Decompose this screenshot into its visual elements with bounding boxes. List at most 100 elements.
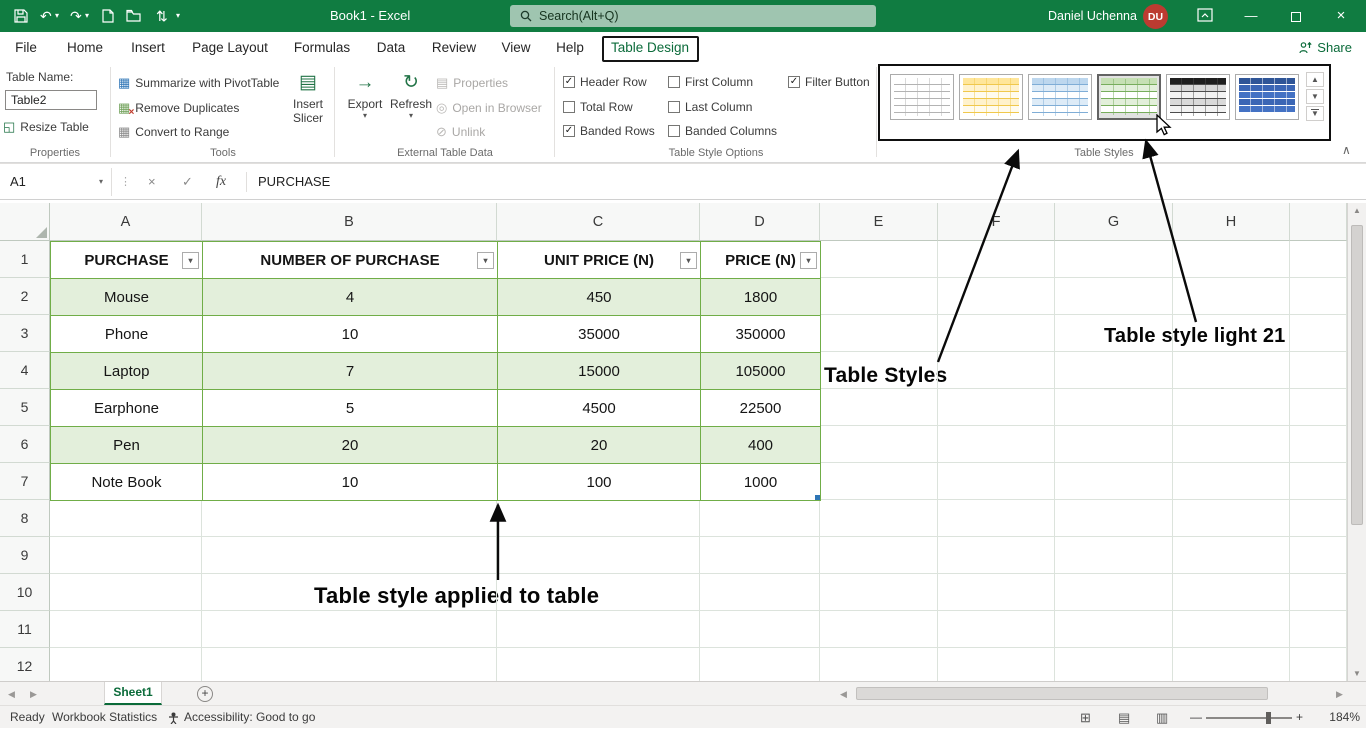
row-header-3[interactable]: 3 [0,315,50,352]
column-header-g[interactable]: G [1055,203,1173,241]
filter-button-number-of-purchase[interactable]: ▾ [477,252,494,269]
hscroll-left-icon[interactable]: ◀ [840,682,847,706]
column-header-h[interactable]: H [1173,203,1290,241]
sort-icon[interactable]: ⇅ [156,0,168,32]
table-cell[interactable]: 1800 [701,279,821,316]
name-box[interactable]: A1 ▾ [0,168,112,196]
table-cell[interactable]: 22500 [701,390,821,427]
table-cell[interactable]: 7 [203,353,498,390]
collapse-ribbon-button[interactable]: ∧ [1342,143,1351,157]
tab-review[interactable]: Review [430,32,478,63]
qat-customize-icon[interactable]: ▾ [176,0,180,32]
filter-button-purchase[interactable]: ▾ [182,252,199,269]
formula-content[interactable]: PURCHASE [258,168,330,196]
table-cell[interactable]: 35000 [498,316,701,353]
tab-insert[interactable]: Insert [129,32,167,63]
tab-page-layout[interactable]: Page Layout [190,32,270,63]
save-icon[interactable] [14,9,28,23]
row-header-5[interactable]: 5 [0,389,50,426]
table-cell[interactable]: 15000 [498,353,701,390]
select-all-corner[interactable] [0,203,50,241]
row-header-6[interactable]: 6 [0,426,50,463]
zoom-out-button[interactable]: — [1190,706,1202,729]
table-cell[interactable]: Earphone [51,390,203,427]
formula-bar-splitter[interactable]: ⋮ [120,168,131,196]
vscroll-up-icon[interactable]: ▲ [1348,206,1366,215]
open-folder-icon[interactable] [126,9,141,22]
table-resize-handle[interactable] [815,495,820,500]
sheet-tab-sheet1[interactable]: Sheet1 [104,682,162,705]
row-header-7[interactable]: 7 [0,463,50,500]
column-header-c[interactable]: C [497,203,700,241]
column-header-d[interactable]: D [700,203,820,241]
row-header-12[interactable]: 12 [0,648,50,681]
column-header-e[interactable]: E [820,203,938,241]
table-cell[interactable]: 100 [498,464,701,501]
vertical-scrollbar[interactable]: ▲ ▼ [1347,203,1366,681]
maximize-button[interactable] [1279,0,1313,32]
minimize-button[interactable]: — [1234,0,1268,32]
insert-function-button[interactable]: fx [216,168,226,196]
redo-caret-icon[interactable]: ▾ [85,0,89,32]
row-header-2[interactable]: 2 [0,278,50,315]
table-cell[interactable]: 20 [203,427,498,464]
tab-home[interactable]: Home [65,32,105,63]
table-cell[interactable]: Mouse [51,279,203,316]
table-cell[interactable]: Phone [51,316,203,353]
row-header-4[interactable]: 4 [0,352,50,389]
filter-button-price-n[interactable]: ▾ [800,252,817,269]
table-cell[interactable]: 350000 [701,316,821,353]
tab-view[interactable]: View [499,32,532,63]
row-header-1[interactable]: 1 [0,241,50,278]
style-thumbnail-blue-medium[interactable] [1235,74,1299,120]
gallery-scroll-down-button[interactable]: ▼ [1306,89,1324,104]
gallery-more-button[interactable]: ▼ [1306,106,1324,121]
column-header-f[interactable]: F [938,203,1055,241]
user-avatar[interactable]: DU [1143,4,1168,29]
table-cell[interactable]: 10 [203,464,498,501]
vscroll-down-icon[interactable]: ▼ [1348,669,1366,678]
zoom-level[interactable]: 184% [1312,706,1360,729]
search-box[interactable]: Search(Alt+Q) [510,5,876,27]
style-thumbnail-table-style-light-21[interactable] [1097,74,1161,120]
tab-data[interactable]: Data [375,32,408,63]
sheet-nav-left-icon[interactable]: ◀ [8,682,15,706]
table-cell[interactable]: Pen [51,427,203,464]
workbook-statistics-button[interactable]: Workbook Statistics [52,706,157,729]
tab-help[interactable]: Help [554,32,586,63]
redo-icon[interactable]: ↷ [70,0,82,32]
gallery-scroll-up-button[interactable]: ▲ [1306,72,1324,87]
undo-icon[interactable]: ↶ [40,0,52,32]
style-thumbnail-none[interactable] [890,74,954,120]
share-button[interactable]: Share [1299,32,1352,63]
table-cell[interactable]: 4 [203,279,498,316]
row-header-10[interactable]: 10 [0,574,50,611]
cancel-button[interactable]: × [148,168,156,196]
table-cell[interactable]: 4500 [498,390,701,427]
table-cell[interactable]: 5 [203,390,498,427]
normal-view-button[interactable]: ⊞ [1080,706,1091,729]
column-header-partial[interactable] [1290,203,1347,241]
table-cell[interactable]: 400 [701,427,821,464]
accessibility-status[interactable]: Accessibility: Good to go [184,706,315,729]
table-cell[interactable]: 1000 [701,464,821,501]
row-header-9[interactable]: 9 [0,537,50,574]
table-cell[interactable]: Laptop [51,353,203,390]
name-box-caret-icon[interactable]: ▾ [99,168,103,196]
table-cell[interactable]: 10 [203,316,498,353]
tab-formulas[interactable]: Formulas [292,32,352,63]
table-cell[interactable]: Note Book [51,464,203,501]
add-sheet-button[interactable]: + [197,686,213,702]
row-header-8[interactable]: 8 [0,500,50,537]
row-header-11[interactable]: 11 [0,611,50,648]
close-button[interactable]: × [1324,0,1358,32]
zoom-slider-thumb[interactable] [1266,712,1271,724]
zoom-slider-track[interactable] [1206,717,1292,719]
new-file-icon[interactable] [102,9,114,23]
undo-caret-icon[interactable]: ▾ [55,0,59,32]
style-thumbnail-light-yellow[interactable] [959,74,1023,120]
page-layout-view-button[interactable]: ▤ [1118,706,1130,729]
user-name[interactable]: Daniel Uchenna [1048,0,1137,32]
table-cell[interactable]: 105000 [701,353,821,390]
filter-button-unit-price-n[interactable]: ▾ [680,252,697,269]
